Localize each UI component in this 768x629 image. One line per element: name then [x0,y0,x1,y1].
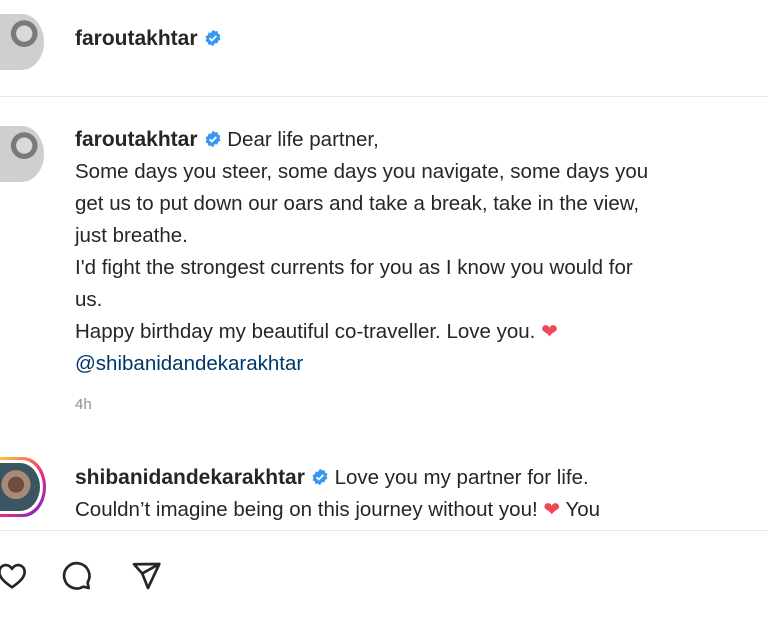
avatar[interactable] [0,126,44,182]
header-username[interactable]: faroutakhtar [75,27,222,51]
verified-badge-icon [205,29,220,47]
heart-emoji-icon: ❤ [541,321,558,343]
heart-emoji-icon: ❤ [543,499,561,521]
divider [0,530,768,531]
comment-timestamp[interactable]: 4h [75,396,92,413]
like-icon[interactable] [0,560,28,592]
verified-badge-icon [205,130,220,148]
comment-icon[interactable] [60,560,92,592]
avatar[interactable] [0,457,46,517]
action-bar [0,560,300,600]
verified-badge-icon [312,468,328,486]
comment-username[interactable]: faroutakhtar [75,128,198,151]
share-icon[interactable] [130,560,162,592]
avatar[interactable] [0,14,44,70]
comment-username[interactable]: shibanidandekarakhtar [75,466,305,489]
mention-link[interactable]: @shibanidandekarakhtar [75,348,765,380]
reply-text: shibanidandekarakhtar Love you my partne… [75,466,601,521]
post-header: faroutakhtar [0,0,768,97]
caption-text: faroutakhtar Dear life partner, Some day… [75,124,765,380]
